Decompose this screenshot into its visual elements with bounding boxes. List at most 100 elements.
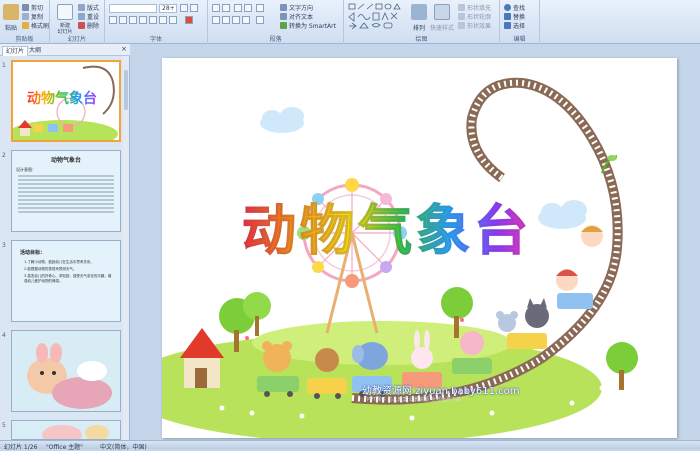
numbering-button[interactable]: [222, 4, 230, 12]
tab-slides[interactable]: 幻灯片: [2, 46, 29, 56]
slide-editor: 动物气象台 幼教资源网 ziyuan.baby611.com PPT课件 幼儿教…: [131, 44, 700, 440]
reset-button[interactable]: 重设: [78, 12, 99, 21]
replace-label: 替换: [513, 14, 526, 21]
thumb-number: 1: [2, 62, 6, 69]
pane-scrollbar[interactable]: [123, 56, 129, 440]
shape-fill-button[interactable]: 形状填充: [458, 3, 491, 12]
delete-label: 删除: [87, 23, 100, 30]
replace-button[interactable]: 替换: [504, 12, 525, 21]
bullets-button[interactable]: [212, 4, 220, 12]
bold-button[interactable]: [109, 16, 117, 24]
layout-label: 版式: [87, 5, 100, 12]
text-line: [18, 207, 114, 209]
arrange-label: 排列: [412, 25, 425, 32]
smartart-button[interactable]: 转换为 SmartArt: [280, 21, 336, 30]
pig: [460, 331, 484, 355]
char-spacing-button[interactable]: [159, 16, 167, 24]
arrange-button[interactable]: 排列: [410, 4, 428, 32]
strikethrough-button[interactable]: [139, 16, 147, 24]
align-right-button[interactable]: [232, 16, 240, 24]
tree: [606, 342, 638, 390]
grow-font-button[interactable]: [180, 4, 188, 12]
paragraph-group-label: 段落: [269, 36, 282, 43]
text-line: [18, 175, 114, 177]
paste-label: 粘贴: [4, 25, 17, 32]
theme-name[interactable]: "Office 主题": [46, 442, 83, 451]
slide-thumbnail-5[interactable]: [11, 420, 121, 440]
font-color-button[interactable]: [185, 16, 193, 24]
language-indicator[interactable]: 中文(简体，中国): [100, 442, 147, 451]
change-case-button[interactable]: [169, 16, 177, 24]
decrease-indent-button[interactable]: [234, 4, 242, 12]
cut-label: 剪切: [31, 5, 44, 12]
thumb-1-title: 动物气象台: [27, 88, 97, 108]
delete-slide-button[interactable]: 删除: [78, 21, 99, 30]
italic-button[interactable]: [119, 16, 127, 24]
replace-icon: [504, 13, 511, 20]
thumb-5-art: [42, 425, 109, 439]
girl: [556, 269, 578, 291]
thumb-3-line-1: 1.了解小动物，鼓励幼儿在生活中思考关系。: [24, 260, 94, 264]
cat: [525, 298, 549, 328]
text-line: [18, 179, 114, 181]
increase-indent-button[interactable]: [244, 4, 252, 12]
reset-label: 重设: [87, 14, 100, 21]
paste-icon: [3, 4, 19, 20]
thumb-number: 3: [2, 242, 6, 249]
new-slide-button[interactable]: 新建 幻灯片: [55, 4, 75, 35]
shrink-font-button[interactable]: [190, 4, 198, 12]
align-left-button[interactable]: [212, 16, 220, 24]
text-line: [18, 195, 114, 197]
thumb-number: 2: [2, 152, 6, 159]
thumb-2-title: 动物气象台: [50, 157, 81, 164]
close-icon[interactable]: ×: [121, 45, 127, 53]
font-group-label: 字体: [149, 36, 162, 43]
slide-thumbnail-2[interactable]: 动物气象台 设计意图：: [11, 150, 121, 232]
paste-button[interactable]: 粘贴: [3, 4, 19, 32]
shadow-button[interactable]: [149, 16, 157, 24]
copy-button[interactable]: 复制: [22, 12, 43, 21]
select-button[interactable]: 选择: [504, 21, 525, 30]
slide-thumbnail-1[interactable]: 动物气象台: [11, 60, 121, 142]
justify-button[interactable]: [242, 16, 250, 24]
clipboard-group-label: 剪贴板: [15, 36, 34, 43]
text-direction-icon: [280, 4, 287, 11]
slide-thumbnail-3[interactable]: 活动目标： 1.了解小动物，鼓励幼儿在生活中思考关系。 2.能根据动物的表现来预…: [11, 240, 121, 322]
font-family-select[interactable]: [109, 4, 157, 13]
shape-outline-label: 形状轮廓: [467, 14, 492, 21]
layout-button[interactable]: 版式: [78, 3, 99, 12]
align-center-button[interactable]: [222, 16, 230, 24]
tab-outline[interactable]: 大纲: [26, 46, 44, 56]
shape-effects-button[interactable]: 形状效果: [458, 21, 491, 30]
select-icon: [504, 22, 511, 29]
columns-button[interactable]: [256, 16, 264, 24]
shape-outline-button[interactable]: 形状轮廓: [458, 12, 491, 21]
quick-styles-button[interactable]: 快速样式: [430, 4, 454, 32]
status-bar: 幻灯片 1/26 "Office 主题" 中文(简体，中国): [0, 440, 700, 451]
slide-title[interactable]: 动物气象台: [242, 186, 532, 265]
pane-tabs: 幻灯片 大纲 ×: [0, 44, 130, 56]
drawing-group: 排列 快速样式 形状填充 形状轮廓 形状效果 绘图: [344, 0, 500, 44]
format-painter-button[interactable]: 格式刷: [22, 21, 49, 30]
red-house: [180, 328, 224, 388]
underline-button[interactable]: [129, 16, 137, 24]
smartart-label: 转换为 SmartArt: [289, 23, 336, 30]
text-direction-button[interactable]: 文字方向: [280, 3, 313, 12]
shape-effects-label: 形状效果: [467, 23, 492, 30]
find-button[interactable]: 查找: [504, 3, 525, 12]
slide-thumbnail-4[interactable]: [11, 330, 121, 412]
boy: [581, 225, 603, 247]
line-spacing-button[interactable]: [256, 4, 264, 12]
cut-button[interactable]: 剪切: [22, 3, 43, 12]
cloud: [260, 107, 304, 133]
paragraph-group: 文字方向 对齐文本 转换为 SmartArt 段落: [208, 0, 344, 44]
pane-scrollbar-thumb[interactable]: [124, 70, 128, 110]
delete-icon: [78, 22, 85, 29]
align-text-button[interactable]: 对齐文本: [280, 12, 313, 21]
thumb-3-line-3: 3.激发幼儿的好奇心、求知欲，感受天气变化的乐趣，增强幼儿爱护动物的情感。: [24, 274, 112, 283]
font-size-select[interactable]: 28+: [159, 4, 177, 13]
slides-group: 新建 幻灯片 版式 重设 删除 幻灯片: [50, 0, 105, 44]
shapes-gallery[interactable]: [348, 3, 406, 29]
slide-canvas[interactable]: 动物气象台 幼教资源网 ziyuan.baby611.com PPT课件 幼儿教…: [162, 58, 677, 438]
fill-icon: [458, 4, 465, 11]
